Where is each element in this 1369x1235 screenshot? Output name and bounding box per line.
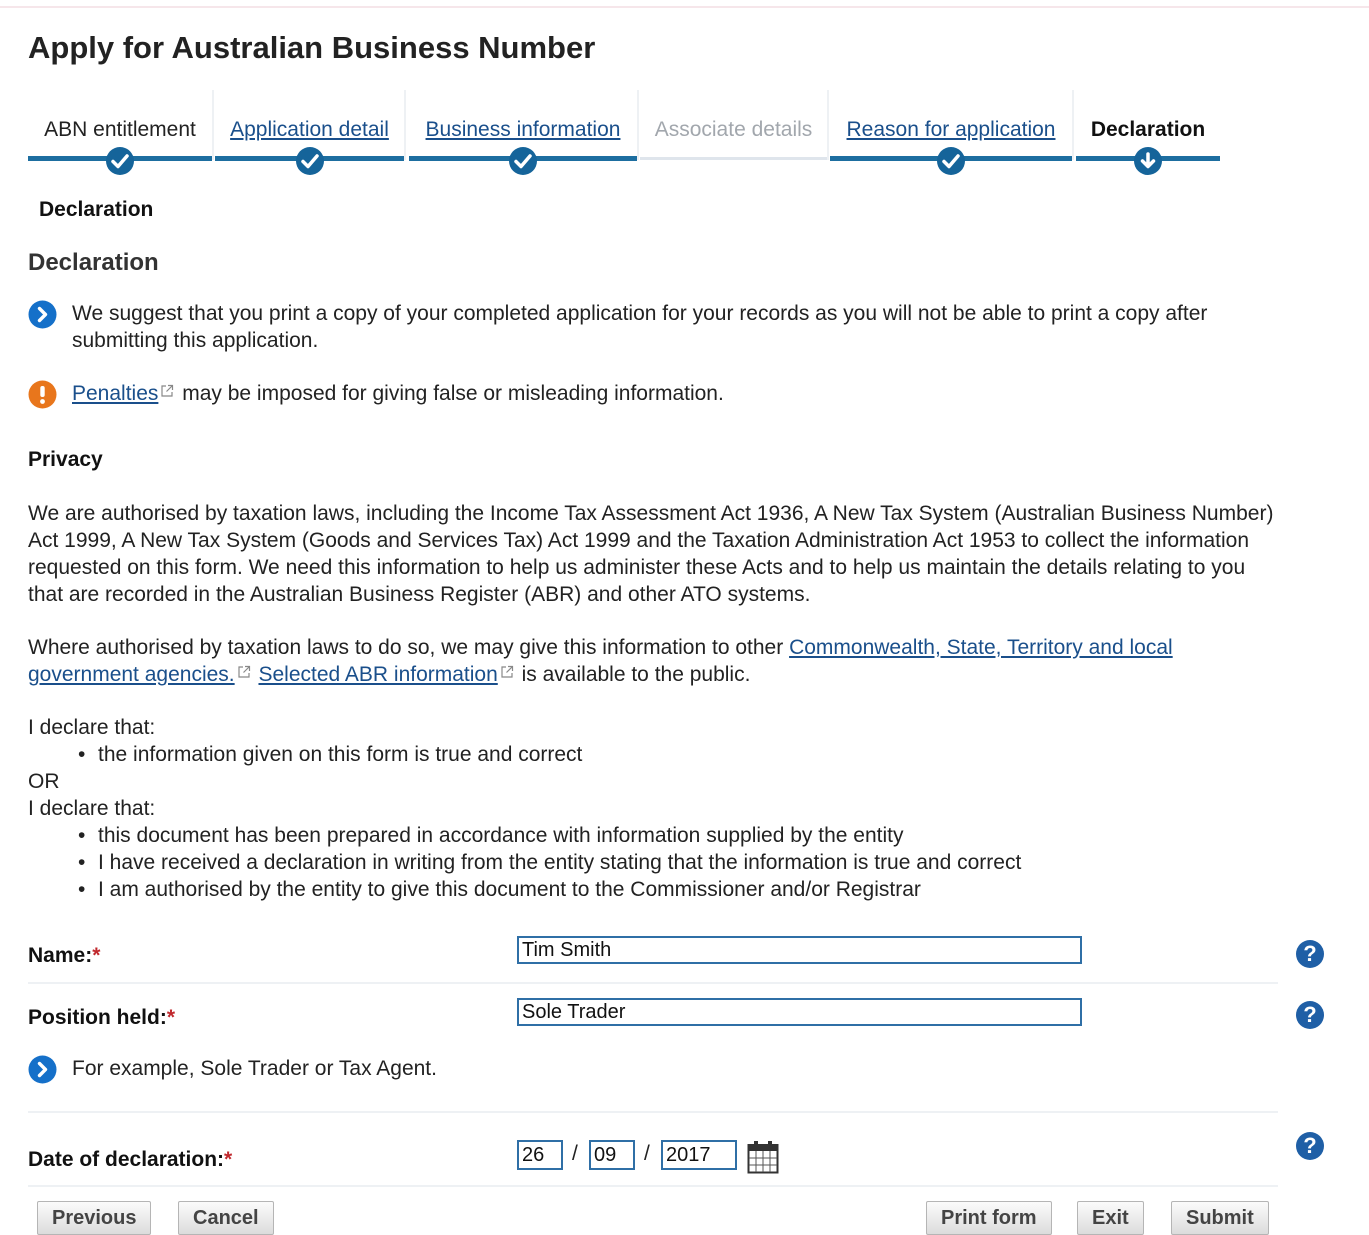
position-label: Position held:*	[28, 1006, 176, 1029]
position-hint: For example, Sole Trader or Tax Agent.	[28, 1055, 1288, 1084]
step-declaration: Declaration	[1076, 90, 1220, 175]
date-year-input[interactable]	[661, 1140, 737, 1170]
name-row: Name:* ?	[28, 936, 1324, 976]
declaration-intro: I declare that:	[28, 797, 156, 820]
step-associate-details: Associate details	[640, 90, 829, 166]
check-icon	[295, 147, 324, 175]
declaration-statements: I declare that: the information given on…	[28, 714, 1288, 903]
date-row: Date of declaration:* / / ?	[28, 1132, 1324, 1180]
step-label: ABN entitlement	[44, 118, 196, 141]
list-item: this document has been prepared in accor…	[78, 822, 1288, 849]
name-label: Name:*	[28, 944, 101, 967]
step-reason-for-application: Reason for application	[830, 90, 1074, 175]
arrow-down-icon	[1134, 147, 1162, 175]
date-label: Date of declaration:*	[28, 1148, 233, 1171]
page-title: Apply for Australian Business Number	[28, 30, 596, 65]
step-application-detail: Application detail	[215, 90, 406, 175]
declaration-intro: I declare that:	[28, 716, 156, 739]
section-heading: Declaration	[28, 249, 159, 276]
submit-button[interactable]: Submit	[1171, 1201, 1269, 1235]
external-link-icon	[238, 665, 250, 678]
declaration-or: OR	[28, 770, 60, 793]
penalties-note: Penalties may be imposed for giving fals…	[28, 380, 1288, 409]
position-hint-text: For example, Sole Trader or Tax Agent.	[72, 1057, 437, 1080]
top-border	[0, 6, 1369, 8]
cancel-button[interactable]: Cancel	[178, 1201, 274, 1235]
step-business-information: Business information	[409, 90, 639, 175]
print-note-text: We suggest that you print a copy of your…	[72, 302, 1208, 352]
calendar-icon[interactable]	[747, 1140, 779, 1174]
previous-button[interactable]: Previous	[37, 1201, 152, 1235]
name-input[interactable]	[517, 936, 1082, 964]
question-circle-icon[interactable]: ?	[1296, 1001, 1324, 1029]
chevron-right-circle-icon	[28, 300, 57, 329]
declaration-list: this document has been prepared in accor…	[28, 822, 1288, 903]
privacy-heading: Privacy	[28, 448, 103, 471]
disclosure-paragraph: Where authorised by taxation laws to do …	[28, 634, 1278, 688]
progress-stepper: ABN entitlement Application detail Busin…	[28, 90, 1228, 180]
step-label: Associate details	[654, 118, 813, 141]
check-icon	[509, 147, 537, 175]
penalties-link[interactable]: Penalties	[72, 382, 158, 405]
step-link-application-detail[interactable]: Application detail	[230, 118, 389, 141]
external-link-icon	[501, 665, 513, 678]
question-circle-icon[interactable]: ?	[1296, 940, 1324, 968]
print-note: We suggest that you print a copy of your…	[28, 300, 1288, 354]
list-item: I have received a declaration in writing…	[78, 849, 1288, 876]
print-form-button[interactable]: Print form	[926, 1201, 1052, 1235]
disclosure-text: Where authorised by taxation laws to do …	[28, 636, 784, 659]
disclosure-suffix: is available to the public.	[521, 663, 751, 686]
section-subtitle: Declaration	[39, 198, 154, 221]
question-circle-icon[interactable]: ?	[1296, 1132, 1324, 1160]
date-separator: /	[644, 1142, 650, 1165]
step-bar	[640, 157, 827, 160]
date-separator: /	[572, 1142, 578, 1165]
exclamation-circle-icon	[28, 380, 57, 409]
chevron-right-circle-icon	[28, 1055, 57, 1084]
penalties-text: may be imposed for giving false or misle…	[182, 382, 724, 405]
exit-button[interactable]: Exit	[1077, 1201, 1144, 1235]
step-link-reason-for-application[interactable]: Reason for application	[847, 118, 1056, 141]
step-abn-entitlement: ABN entitlement	[28, 90, 214, 175]
check-icon	[106, 147, 134, 175]
privacy-paragraph: We are authorised by taxation laws, incl…	[28, 502, 1274, 606]
position-row: Position held:* ?	[28, 998, 1324, 1038]
date-month-input[interactable]	[589, 1140, 635, 1170]
external-link-icon	[161, 384, 174, 397]
step-link-business-information[interactable]: Business information	[426, 118, 621, 141]
declaration-list: the information given on this form is tr…	[28, 741, 1288, 768]
date-day-input[interactable]	[517, 1140, 563, 1170]
position-input[interactable]	[517, 998, 1082, 1026]
list-item: the information given on this form is tr…	[78, 741, 1288, 768]
check-icon	[937, 147, 965, 175]
step-label: Declaration	[1090, 118, 1206, 141]
list-item: I am authorised by the entity to give th…	[78, 876, 1288, 903]
abr-information-link[interactable]: Selected ABR information	[258, 663, 497, 686]
